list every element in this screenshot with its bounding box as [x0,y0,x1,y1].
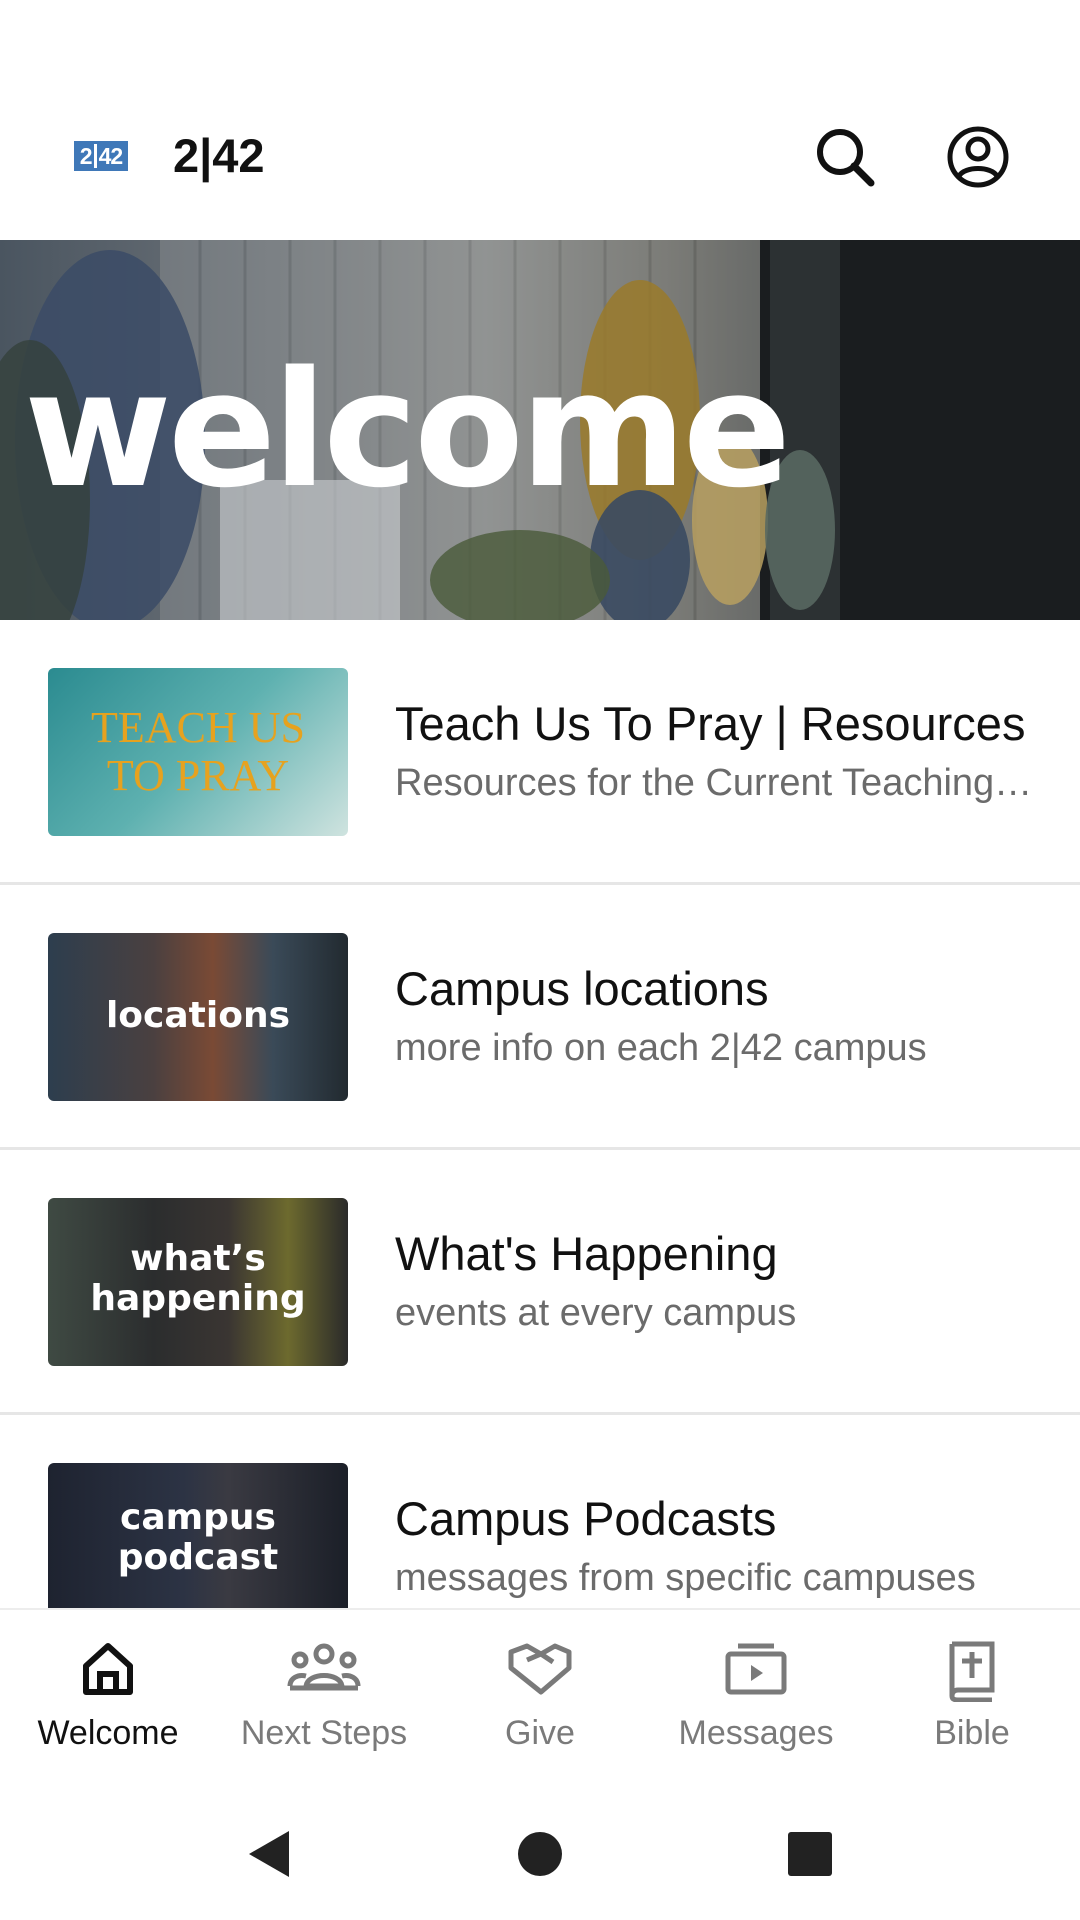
logo-divider [93,144,97,168]
system-recents-button[interactable] [770,1814,850,1894]
bottom-navigation: Welcome Next Steps Give Messages Bible [0,1608,1080,1778]
list-item-teach-us-to-pray[interactable]: TEACH US TO PRAY Teach Us To Pray | Reso… [0,620,1080,882]
list-item-campus-podcasts[interactable]: campus podcast Campus Podcasts messages … [0,1415,1080,1608]
nav-label: Messages [678,1714,834,1752]
list-item-whats-happening[interactable]: what’s happening What's Happening events… [0,1150,1080,1412]
search-icon [817,129,875,187]
app-bar: 2 42 2|42 [0,0,1080,240]
nav-label: Bible [934,1714,1010,1752]
list-item-subtitle: messages from specific campuses [395,1557,976,1599]
thumbnail-text-line2: podcast [117,1537,279,1578]
home-icon [83,1643,133,1695]
list-item-subtitle: Resources for the Current Teaching Serie… [395,762,1035,804]
recents-square-icon [788,1832,832,1876]
nav-tab-welcome[interactable]: Welcome [0,1610,216,1778]
thumbnail-text-line1: locations [105,995,291,1036]
thumbnail-text-line1: campus [120,1497,276,1538]
handshake-icon [508,1643,572,1695]
home-circle-icon [518,1832,562,1876]
account-button[interactable] [935,114,1021,200]
logo-left-text: 2 [79,142,93,169]
system-back-button[interactable] [228,1814,308,1894]
app-logo: 2 42 [74,141,128,171]
nav-tab-bible[interactable]: Bible [864,1610,1080,1778]
search-button[interactable] [802,114,888,200]
thumbnail-text-line1: TEACH US [91,703,305,752]
nav-tab-next-steps[interactable]: Next Steps [216,1610,432,1778]
welcome-hero-banner[interactable]: welcome [0,240,1080,620]
thumbnail-locations: locations [48,933,348,1101]
list-item-title: What's Happening [395,1227,778,1280]
thumbnail-whats-happening: what’s happening [48,1198,348,1366]
system-home-button[interactable] [500,1814,580,1894]
back-triangle-icon [249,1831,289,1877]
video-library-icon [725,1643,787,1695]
system-navigation-bar [0,1776,1080,1920]
account-circle-icon [947,126,1009,188]
thumbnail-campus-podcast: campus podcast [48,1463,348,1608]
nav-tab-give[interactable]: Give [432,1610,648,1778]
nav-tab-messages[interactable]: Messages [648,1610,864,1778]
list-item-subtitle: more info on each 2|42 campus [395,1027,927,1069]
group-icon [287,1643,361,1691]
list-item-title: Campus locations [395,962,769,1015]
nav-label: Welcome [37,1714,179,1752]
logo-right-text: 42 [98,142,124,169]
content-list: TEACH US TO PRAY Teach Us To Pray | Reso… [0,620,1080,1608]
nav-label: Give [505,1714,575,1752]
app-title: 2|42 [173,129,265,182]
list-item-title: Teach Us To Pray | Resources [395,697,1026,750]
nav-label: Next Steps [240,1714,408,1752]
bible-icon [949,1641,995,1702]
list-item-subtitle: events at every campus [395,1292,797,1334]
thumbnail-text-line2: TO PRAY [106,751,290,800]
thumbnail-text-line2: happening [90,1278,306,1319]
thumbnail-teach-us-to-pray: TEACH US TO PRAY [48,668,348,836]
list-item-title: Campus Podcasts [395,1492,777,1545]
thumbnail-text-line1: what’s [130,1238,266,1279]
hero-welcome-text: welcome [24,336,791,523]
list-item-campus-locations[interactable]: locations Campus locations more info on … [0,885,1080,1147]
